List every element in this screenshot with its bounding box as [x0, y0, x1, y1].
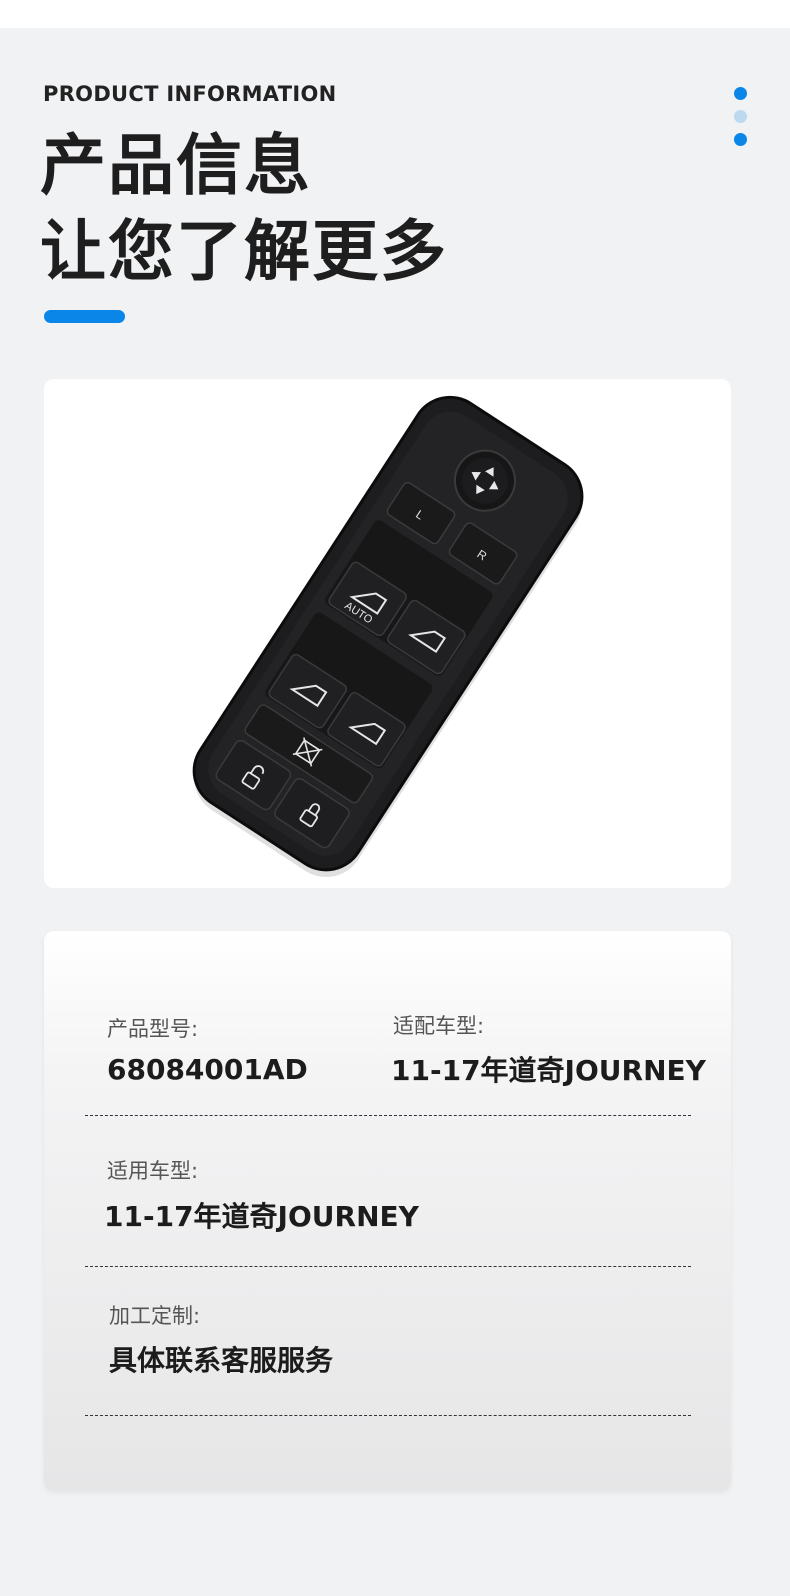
fit-label: 适配车型: [393, 1014, 485, 1038]
top-strip [0, 0, 790, 28]
product-photo-card: L R AUTO [44, 379, 731, 888]
pagination-dots [734, 87, 748, 156]
pagination-dot-2[interactable] [734, 110, 747, 123]
page-title-line1: 产品信息 [40, 127, 312, 204]
section-eyebrow: PRODUCT INFORMATION [43, 82, 337, 106]
model-value: 68084001AD [107, 1053, 308, 1086]
applicable-value: 11-17年道奇JOURNEY [104, 1200, 419, 1233]
fit-value: 11-17年道奇JOURNEY [391, 1054, 706, 1087]
page-title-line2: 让您了解更多 [40, 213, 448, 290]
pagination-dot-1[interactable] [734, 87, 747, 100]
applicable-label: 适用车型: [107, 1159, 199, 1183]
custom-value: 具体联系客服服务 [109, 1344, 334, 1377]
divider-2 [85, 1266, 691, 1267]
window-switch-illustration: L R AUTO [192, 395, 584, 878]
divider-3 [85, 1415, 691, 1416]
title-accent-bar [44, 310, 125, 323]
divider-1 [85, 1115, 691, 1116]
product-info-card: 产品型号: 68084001AD 适配车型: 11-17年道奇JOURNEY 适… [44, 931, 731, 1491]
pagination-dot-3[interactable] [734, 133, 747, 146]
custom-label: 加工定制: [109, 1304, 201, 1328]
model-label: 产品型号: [107, 1017, 199, 1041]
